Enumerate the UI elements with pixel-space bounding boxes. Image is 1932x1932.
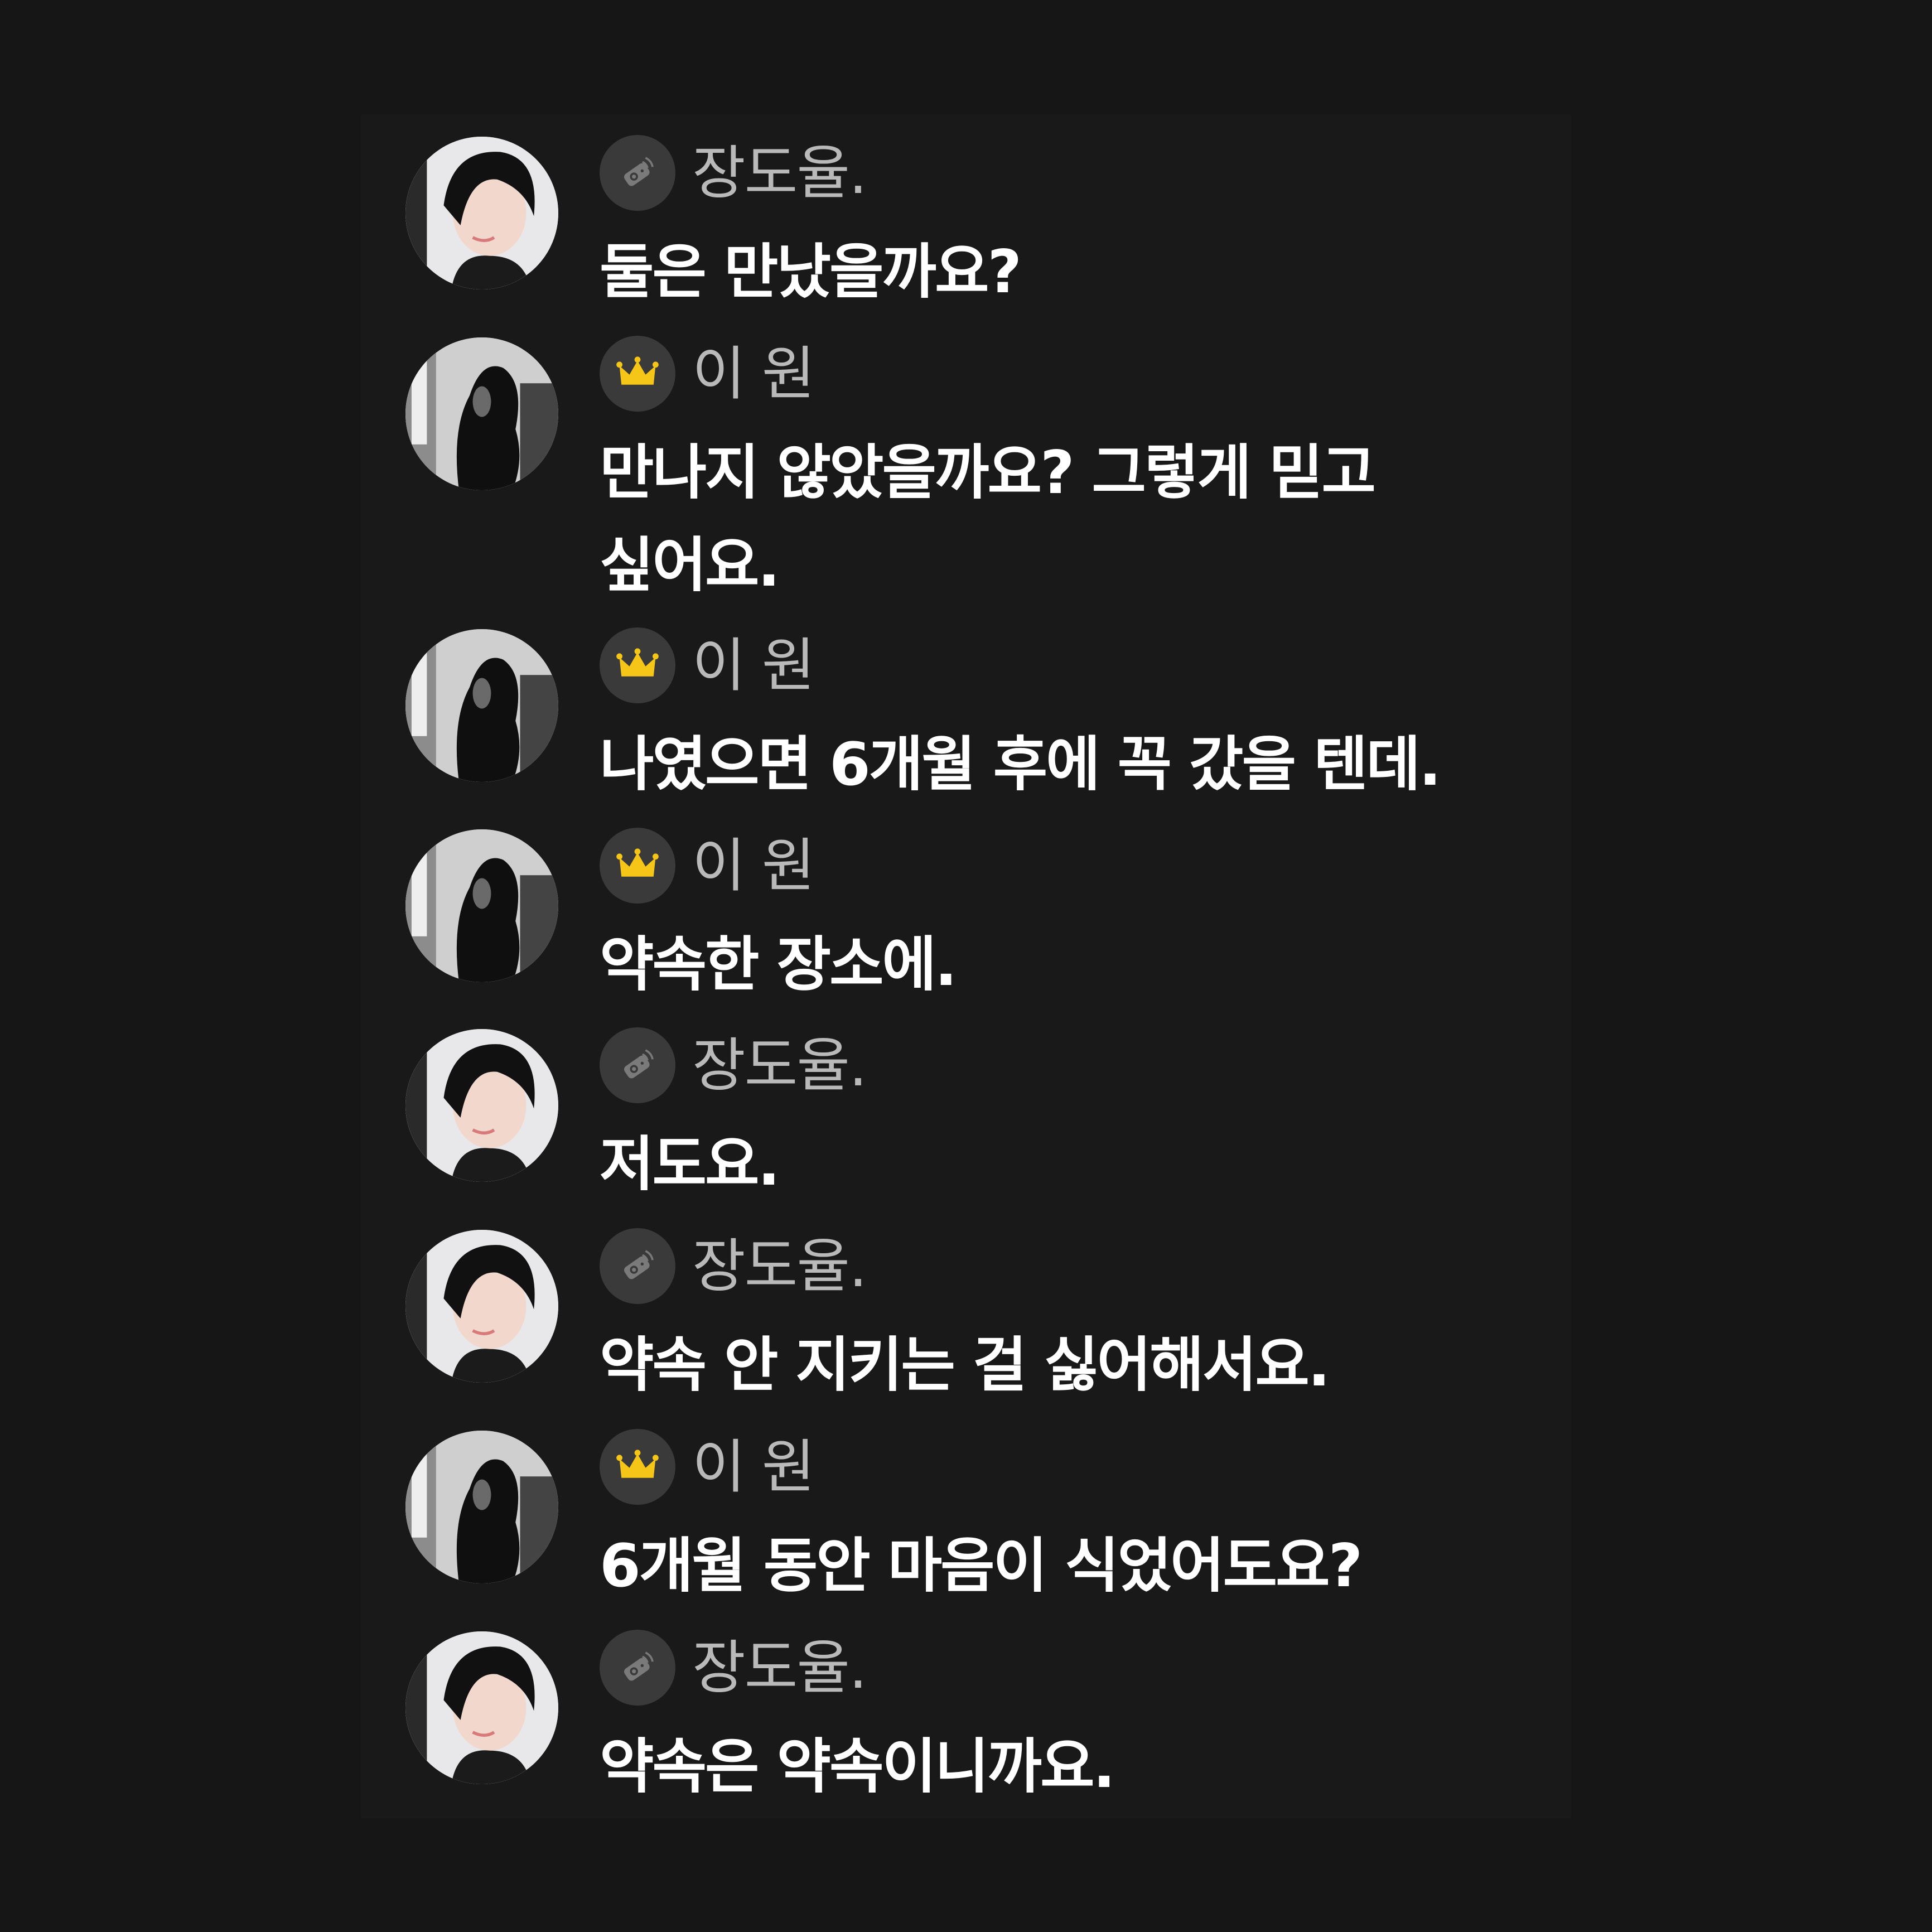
sender-row: 이 원 bbox=[600, 335, 815, 413]
chat-log: 장도율. 둘은 만났을까요? 이 원 만나지 않았을까요? 그렇게 믿고 싶어요… bbox=[361, 114, 1571, 1818]
avatar[interactable] bbox=[405, 137, 558, 289]
sender-name: 이 원 bbox=[692, 340, 815, 408]
crown-icon bbox=[600, 1429, 675, 1505]
horn-icon bbox=[600, 1630, 675, 1706]
avatar-woman-image bbox=[405, 337, 558, 490]
avatar[interactable] bbox=[405, 337, 558, 490]
sender-name: 장도율. bbox=[692, 1031, 867, 1099]
sender-row: 장도율. bbox=[600, 134, 867, 212]
avatar[interactable] bbox=[405, 629, 558, 782]
avatar-man-image bbox=[405, 137, 558, 289]
message-text: 약속 안 지키는 걸 싫어해서요. bbox=[600, 1331, 1330, 1399]
sender-name: 장도율. bbox=[692, 1232, 867, 1300]
avatar[interactable] bbox=[405, 1029, 558, 1182]
message-text: 만나지 않았을까요? 그렇게 믿고 싶어요. bbox=[600, 438, 1376, 600]
horn-icon bbox=[600, 1027, 675, 1103]
sender-row: 장도율. bbox=[600, 1026, 867, 1104]
horn-icon bbox=[600, 135, 675, 211]
avatar-man-image bbox=[405, 1230, 558, 1383]
avatar[interactable] bbox=[405, 1431, 558, 1583]
sender-row: 이 원 bbox=[600, 626, 815, 704]
sender-row: 장도율. bbox=[600, 1629, 867, 1707]
screenshot-canvas: 장도율. 둘은 만났을까요? 이 원 만나지 않았을까요? 그렇게 믿고 싶어요… bbox=[0, 0, 1932, 1932]
message-text: 약속은 약속이니까요. bbox=[600, 1732, 1115, 1801]
avatar-woman-image bbox=[405, 629, 558, 782]
crown-icon bbox=[600, 828, 675, 904]
message-text: 6개월 동안 마음이 식었어도요? bbox=[600, 1532, 1363, 1600]
sender-name: 장도율. bbox=[692, 139, 867, 207]
crown-icon bbox=[600, 336, 675, 412]
sender-name: 이 원 bbox=[692, 832, 815, 900]
message-text: 둘은 만났을까요? bbox=[600, 238, 1022, 306]
avatar-man-image bbox=[405, 1631, 558, 1784]
message-text: 나였으면 6개월 후에 꼭 갔을 텐데. bbox=[600, 730, 1441, 799]
horn-icon bbox=[600, 1228, 675, 1304]
crown-icon bbox=[600, 627, 675, 703]
sender-row: 이 원 bbox=[600, 1428, 815, 1506]
sender-name: 이 원 bbox=[692, 631, 815, 699]
avatar[interactable] bbox=[405, 829, 558, 982]
sender-name: 이 원 bbox=[692, 1433, 815, 1501]
message-text: 약속한 장소에. bbox=[600, 930, 957, 999]
sender-name: 장도율. bbox=[692, 1634, 867, 1702]
message-text: 저도요. bbox=[600, 1130, 780, 1199]
avatar-woman-image bbox=[405, 1431, 558, 1583]
avatar[interactable] bbox=[405, 1631, 558, 1784]
avatar-man-image bbox=[405, 1029, 558, 1182]
avatar[interactable] bbox=[405, 1230, 558, 1383]
avatar-woman-image bbox=[405, 829, 558, 982]
sender-row: 이 원 bbox=[600, 827, 815, 905]
sender-row: 장도율. bbox=[600, 1227, 867, 1305]
